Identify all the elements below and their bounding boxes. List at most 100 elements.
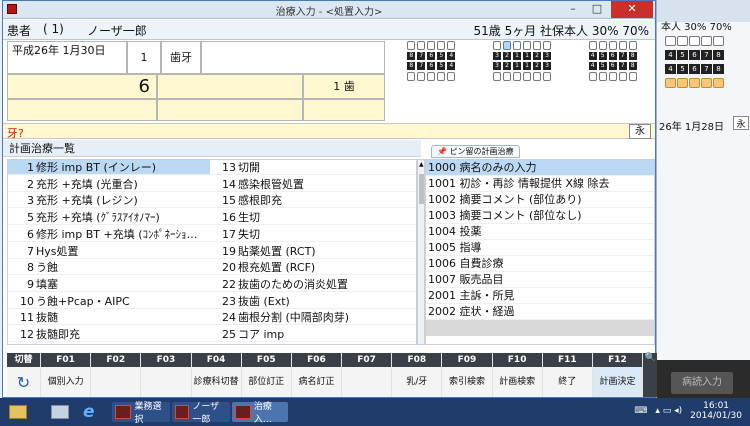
pinned-plan-item[interactable]: 1001 初診・再診 情報提供 X線 除去 (426, 176, 654, 192)
tooth[interactable] (588, 72, 597, 81)
function-key-f04[interactable]: F04 診療科切替 (191, 353, 242, 397)
tooth[interactable] (598, 41, 607, 50)
permanent-tooth-button[interactable]: 永 (629, 124, 651, 139)
entry-row3-cell-a[interactable] (7, 99, 157, 121)
plan-item[interactable]: 5 充形 +充填 (ｸﾞﾗｽｱｲｵﾉﾏｰ) (8, 210, 210, 226)
plan-item[interactable]: 1 修形 imp BT (インレー) (8, 160, 210, 175)
plan-item[interactable]: 25 コア imp (210, 327, 416, 342)
tooth[interactable] (407, 72, 416, 81)
switch-key-button[interactable]: 切替 ↻ (7, 353, 41, 397)
plan-item[interactable]: 8 う蝕 (8, 260, 210, 276)
tooth[interactable] (628, 41, 637, 50)
tooth[interactable] (533, 72, 541, 81)
plan-item[interactable]: 15 感根即充 (210, 193, 416, 209)
pinned-plan-tab[interactable]: 📌 ピン留の計画治療 (431, 145, 520, 158)
tooth[interactable] (588, 41, 597, 50)
function-key-f12[interactable]: F12 計画決定 (592, 353, 644, 397)
plan-item[interactable]: 24 歯根分割 (中隔部肉芽) (210, 310, 416, 326)
tooth[interactable] (608, 72, 617, 81)
function-key-f01[interactable]: F01 個別入力 (41, 353, 92, 397)
function-key-f07[interactable]: F07 (342, 353, 393, 397)
tooth[interactable] (447, 72, 456, 81)
plan-item[interactable]: 12 抜髄即充 (8, 327, 210, 342)
function-key-f06[interactable]: F06 病名訂正 (291, 353, 343, 397)
tooth[interactable] (417, 41, 426, 50)
pinned-plan-item[interactable]: 1003 摘要コメント (部位なし) (426, 208, 654, 224)
tooth[interactable] (523, 72, 531, 81)
treatment-kind[interactable]: 歯牙 (161, 41, 201, 74)
treatment-count[interactable]: 1 (127, 41, 161, 74)
tooth[interactable] (427, 72, 436, 81)
tooth[interactable] (523, 41, 531, 50)
tooth[interactable] (437, 72, 446, 81)
pinned-plan-item[interactable]: 1002 摘要コメント (部位あり) (426, 192, 654, 208)
entry-row3-cell-c[interactable] (303, 99, 385, 121)
pinned-plan-item[interactable]: 2001 主訴・所見 (426, 288, 654, 304)
browser-icon[interactable]: e (80, 402, 104, 422)
tooth[interactable] (608, 41, 617, 50)
plan-item[interactable]: 9 填塞 (8, 277, 210, 292)
tooth[interactable] (598, 72, 607, 81)
pinned-plan-item[interactable]: 2002 症状・経過 (426, 304, 654, 320)
plan-list-scrollbar[interactable]: ▲ (417, 159, 425, 345)
plan-item[interactable]: 10 う蝕+Pcap・AIPC (8, 294, 210, 309)
taskbar-app-menu[interactable]: 業務選択 (112, 402, 170, 425)
function-key-f03[interactable]: F03 (141, 353, 192, 397)
function-key-f09[interactable]: F09 索引検索 (442, 353, 493, 397)
tooth[interactable] (543, 41, 551, 50)
tooth[interactable] (513, 41, 521, 50)
tooth[interactable] (493, 72, 501, 81)
minimize-button[interactable]: – (561, 1, 585, 18)
function-key-f10[interactable]: F10 計画検索 (492, 353, 543, 397)
plan-item[interactable]: 20 根充処置 (RCF) (210, 260, 416, 276)
tooth[interactable] (618, 72, 627, 81)
pinned-plan-item[interactable]: 1000 病名のみの入力 (426, 160, 654, 176)
search-icon[interactable]: 🔍 (643, 353, 658, 397)
plan-item[interactable]: 19 貼薬処置 (RCT) (210, 244, 416, 259)
maximize-button[interactable]: □ (585, 1, 609, 18)
plan-item[interactable]: 11 抜髄 (8, 310, 210, 326)
background-footer-button[interactable]: 病読入力 (671, 372, 733, 394)
pinned-plan-item[interactable]: 1005 指導 (426, 240, 654, 256)
plan-item[interactable]: 17 失切 (210, 227, 416, 242)
tooth[interactable] (417, 72, 426, 81)
entry-row3-cell-b[interactable] (157, 99, 303, 121)
folder-icon[interactable] (6, 402, 30, 422)
tooth[interactable] (427, 41, 436, 50)
pinned-plan-item[interactable]: 1004 投薬 (426, 224, 654, 240)
plan-item[interactable]: 2 充形 +充填 (光重合) (8, 177, 210, 192)
taskbar-app-treatment[interactable]: 治療入… (232, 402, 288, 425)
pinned-plan-item[interactable]: 1006 自費診療 (426, 256, 654, 272)
tooth-selected[interactable] (503, 41, 511, 50)
plan-item[interactable]: 3 充形 +充填 (レジン) (8, 193, 210, 209)
plan-item[interactable]: 13 切開 (210, 160, 416, 175)
plan-item[interactable]: 22 抜歯のための消炎処置 (210, 277, 416, 292)
background-ei-button[interactable]: 永 (733, 116, 749, 130)
plan-item[interactable]: 6 修形 imp BT +充填 (ｺﾝﾎﾟﾈｰｼｮ… (8, 227, 210, 242)
taskbar-app-patient[interactable]: ノーザ一郎 (172, 402, 230, 425)
tooth[interactable] (407, 41, 416, 50)
tooth-number-input[interactable]: 6 (7, 74, 157, 99)
tooth[interactable] (447, 41, 456, 50)
plan-item[interactable]: 16 生切 (210, 210, 416, 226)
pinned-plan-item[interactable]: 1007 販売品目 (426, 272, 654, 288)
plan-item[interactable]: 23 抜歯 (Ext) (210, 294, 416, 309)
treatment-date[interactable]: 平成26年 1月30日 (7, 41, 127, 74)
keyboard-icon[interactable]: ⌨ (634, 406, 647, 416)
tray-icons[interactable]: ▴ ▭ ◂) (655, 406, 682, 416)
tooth[interactable] (533, 41, 541, 50)
plan-item[interactable]: 7 Hys処置 (8, 244, 210, 259)
tooth[interactable] (513, 72, 521, 81)
function-key-f08[interactable]: F08 乳/牙 (392, 353, 443, 397)
plan-item[interactable]: 14 感染根管処置 (210, 177, 416, 192)
procedure-input[interactable] (157, 74, 303, 99)
close-button[interactable]: ✕ (611, 1, 653, 18)
scroll-thumb[interactable] (419, 174, 424, 204)
tooth[interactable] (543, 72, 551, 81)
tooth[interactable] (618, 41, 627, 50)
function-key-f05[interactable]: F05 部位訂正 (241, 353, 292, 397)
tooth[interactable] (493, 41, 501, 50)
tooth[interactable] (628, 72, 637, 81)
network-icon[interactable] (48, 402, 72, 422)
function-key-f11[interactable]: F11 終了 (542, 353, 593, 397)
